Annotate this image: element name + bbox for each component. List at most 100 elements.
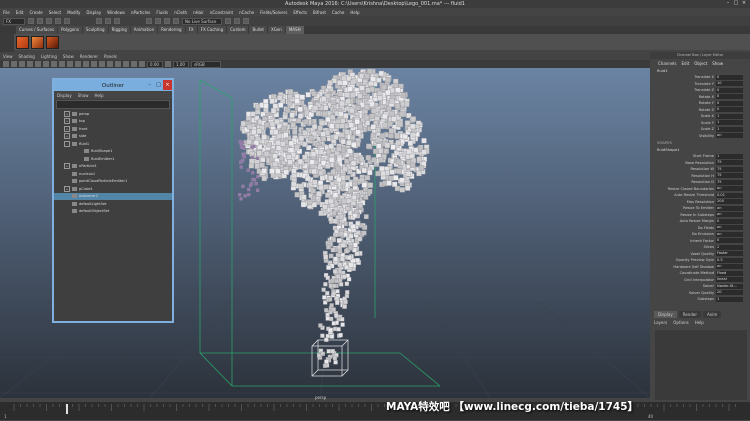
mode-selector[interactable]: FX bbox=[3, 17, 25, 25]
menu-nparticles[interactable]: nParticles bbox=[131, 10, 150, 15]
select-object-icon[interactable] bbox=[105, 18, 111, 24]
layer-tab-anim[interactable]: Anim bbox=[703, 311, 722, 318]
attribute-value[interactable]: 75 bbox=[716, 179, 743, 185]
attribute-value[interactable]: 2 bbox=[716, 244, 743, 250]
grid-toggle-icon[interactable] bbox=[35, 61, 41, 67]
outliner-titlebar[interactable]: Outliner – □ × bbox=[54, 80, 172, 91]
menu-bifrost[interactable]: Bifrost bbox=[313, 10, 326, 15]
layer-tab-render[interactable]: Render bbox=[678, 311, 701, 318]
shelf-tab-rendering[interactable]: Rendering bbox=[158, 26, 185, 34]
shelf-tab-bullet[interactable]: Bullet bbox=[249, 26, 267, 34]
attribute-value[interactable]: Fixed bbox=[716, 270, 743, 276]
shelf-tab-rigging[interactable]: Rigging bbox=[108, 26, 130, 34]
render-settings-icon[interactable] bbox=[243, 18, 249, 24]
viewport-menu-show[interactable]: Show bbox=[63, 54, 74, 59]
save-scene-icon[interactable] bbox=[46, 18, 52, 24]
viewport-menu-lighting[interactable]: Lighting bbox=[41, 54, 57, 59]
outliner-menu-help[interactable]: Help bbox=[95, 93, 104, 98]
menu-effects[interactable]: Effects bbox=[293, 10, 307, 15]
viewport-menu-shading[interactable]: Shading bbox=[19, 54, 35, 59]
smooth-shade-icon[interactable] bbox=[91, 61, 97, 67]
attribute-value[interactable]: on bbox=[716, 264, 743, 270]
maximize-icon[interactable]: □ bbox=[732, 0, 740, 7]
ipr-render-icon[interactable] bbox=[234, 18, 240, 24]
attribute-value[interactable]: on bbox=[716, 231, 743, 237]
shadows-icon[interactable] bbox=[115, 61, 121, 67]
menu-windows[interactable]: Windows bbox=[107, 10, 125, 15]
attribute-value[interactable]: 0 bbox=[716, 94, 743, 100]
bookmark-icon[interactable] bbox=[19, 61, 25, 67]
undo-icon[interactable] bbox=[55, 18, 61, 24]
shelf-tab-mash[interactable]: MASH bbox=[285, 26, 304, 34]
menu-fluids[interactable]: Fluids bbox=[156, 10, 168, 15]
attribute-value[interactable]: 10 bbox=[716, 81, 743, 87]
menu-ncloth[interactable]: nCloth bbox=[174, 10, 187, 15]
expand-icon[interactable]: - bbox=[64, 140, 70, 147]
ao-icon[interactable] bbox=[123, 61, 129, 67]
outliner-item[interactable]: fluidEmitter1 bbox=[54, 155, 172, 163]
mash-distribute-icon[interactable] bbox=[31, 35, 44, 49]
outliner-close-icon[interactable]: × bbox=[163, 80, 172, 90]
colorspace-dropdown[interactable]: sRGB gamma bbox=[191, 60, 221, 72]
render-icon[interactable] bbox=[225, 18, 231, 24]
open-scene-icon[interactable] bbox=[37, 18, 43, 24]
minimize-icon[interactable]: – bbox=[724, 0, 732, 7]
lights-icon[interactable] bbox=[107, 61, 113, 67]
expand-icon[interactable]: + bbox=[64, 133, 70, 140]
menu-fieldssolvers[interactable]: Fields/Solvers bbox=[260, 10, 287, 15]
close-icon[interactable]: × bbox=[740, 0, 748, 7]
snap-curve-icon[interactable] bbox=[155, 18, 161, 24]
image-plane-icon[interactable] bbox=[27, 61, 33, 67]
outliner-item[interactable]: defaultObjectSet bbox=[54, 208, 172, 216]
shelf-tab-animation[interactable]: Animation bbox=[130, 26, 158, 34]
shape-name[interactable]: fluidShape1 bbox=[650, 146, 750, 153]
camera-select-icon[interactable] bbox=[3, 61, 9, 67]
mash-instancer-icon[interactable] bbox=[46, 35, 59, 49]
menu-file[interactable]: File bbox=[3, 10, 10, 15]
menu-edit[interactable]: Edit bbox=[16, 10, 24, 15]
shelf-tab-polygons[interactable]: Polygons bbox=[58, 26, 82, 34]
film-gate-icon[interactable] bbox=[43, 61, 49, 67]
attribute-value[interactable]: 75 bbox=[716, 173, 743, 179]
wireframe-icon[interactable] bbox=[83, 61, 89, 67]
outliner-item[interactable]: - fluid1 bbox=[54, 140, 172, 148]
shelf-tab-sculpting[interactable]: Sculpting bbox=[82, 26, 108, 34]
outliner-item[interactable]: + front bbox=[54, 125, 172, 133]
expand-icon[interactable]: + bbox=[64, 125, 70, 132]
exposure-field[interactable]: 0.00 bbox=[147, 60, 163, 68]
outliner-menu-display[interactable]: Display bbox=[57, 93, 72, 98]
gate-mask-icon[interactable] bbox=[59, 61, 65, 67]
outliner-item[interactable]: + nParticle1 bbox=[54, 163, 172, 171]
attribute-value[interactable]: on bbox=[716, 133, 743, 139]
outliner-item[interactable]: + side bbox=[54, 133, 172, 141]
menu-nhair[interactable]: nHair bbox=[193, 10, 204, 15]
live-surface-field[interactable]: No Live Surface bbox=[182, 17, 222, 25]
viewport-menu-renderer[interactable]: Renderer bbox=[80, 54, 98, 59]
layer-menu-options[interactable]: Options bbox=[673, 320, 688, 325]
menu-help[interactable]: Help bbox=[350, 10, 359, 15]
attribute-value[interactable]: 0 bbox=[716, 107, 743, 113]
attribute-value[interactable]: 75 bbox=[716, 166, 743, 172]
camera-attrs-icon[interactable] bbox=[11, 61, 17, 67]
redo-icon[interactable] bbox=[64, 18, 70, 24]
outliner-minimize-icon[interactable]: – bbox=[145, 80, 154, 90]
attribute-value[interactable]: 1 bbox=[716, 126, 743, 132]
outliner-menu-show[interactable]: Show bbox=[78, 93, 89, 98]
viewport-menu-view[interactable]: View bbox=[3, 54, 13, 59]
attribute-value[interactable]: 0.5 bbox=[716, 257, 743, 263]
expand-icon[interactable]: + bbox=[64, 163, 70, 170]
expand-icon[interactable]: + bbox=[64, 110, 70, 117]
outliner-item[interactable]: nucleus1 bbox=[54, 170, 172, 178]
gamma-field[interactable]: 1.00 bbox=[173, 60, 189, 68]
channel-menu-show[interactable]: Show bbox=[712, 61, 723, 66]
menu-nconstraint[interactable]: nConstraint bbox=[210, 10, 233, 15]
attribute-value[interactable]: on bbox=[716, 225, 743, 231]
channel-menu-edit[interactable]: Edit bbox=[682, 61, 690, 66]
attribute-value[interactable]: 20 bbox=[716, 290, 743, 296]
expand-icon[interactable]: + bbox=[64, 185, 70, 192]
layer-menu-layers[interactable]: Layers bbox=[654, 320, 667, 325]
attribute-value[interactable]: 0 bbox=[716, 218, 743, 224]
outliner-item[interactable]: instancer1 bbox=[54, 192, 172, 200]
resolution-gate-icon[interactable] bbox=[51, 61, 57, 67]
shelf-tab-custom[interactable]: Custom bbox=[227, 26, 249, 34]
